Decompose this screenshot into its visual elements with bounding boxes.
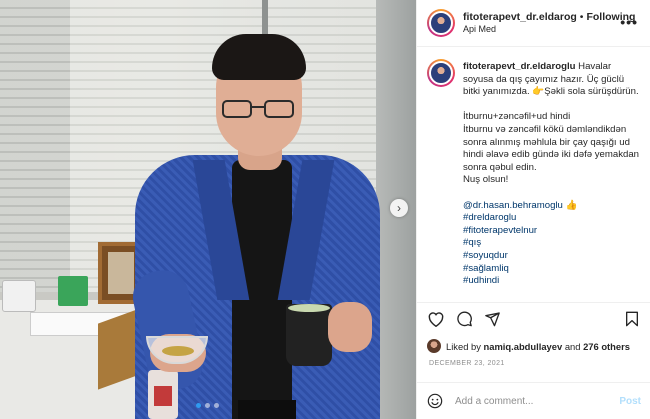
hashtag-link[interactable]: #qış: [463, 237, 640, 250]
post-header-line: fitoterapevt_dr.eldarog • Following: [463, 11, 635, 24]
person-hair: [212, 34, 306, 80]
comment-bar: Add a comment... Post: [417, 382, 650, 419]
post-header: fitoterapevt_dr.eldarog • Following Api Me…: [417, 0, 650, 47]
caption-recipe: İtburnu+zəncəfil+ud hindi İtburnu və zən…: [463, 111, 640, 187]
carousel-dot: [205, 403, 210, 408]
pen-holder: [58, 276, 88, 306]
post-header-text: fitoterapevt_dr.eldarog • Following Api Me…: [463, 11, 635, 35]
hashtag-link[interactable]: #udhindi: [463, 275, 640, 288]
person-glasses: [222, 100, 296, 120]
author-username[interactable]: fitoterapevt_dr.eldarog: [463, 11, 577, 23]
caption-recipe-title: İtburnu+zəncəfil+ud hindi: [463, 111, 571, 123]
post-comment-button[interactable]: Post: [619, 396, 641, 407]
post-actions-bar: [417, 302, 650, 332]
caption-mention[interactable]: @dr.hasan.behramoglu 👍: [463, 200, 640, 213]
desk-phone: [2, 280, 36, 312]
drink-box: [148, 370, 178, 419]
bookmark-icon[interactable]: [625, 311, 639, 332]
person-belt: [238, 400, 296, 419]
post-side-panel: fitoterapevt_dr.eldarog • Following Api Me…: [416, 0, 650, 419]
caption-closing: Nuş olsun!: [463, 174, 509, 186]
emoji-icon[interactable]: [427, 393, 443, 409]
likes-prefix: Liked by: [446, 340, 481, 352]
window-blinds-shadow: [0, 0, 70, 300]
carousel-dot: [214, 403, 219, 408]
black-mug: [286, 304, 332, 366]
post-date[interactable]: DECEMBER 23, 2021: [429, 360, 505, 367]
share-icon[interactable]: [484, 311, 501, 332]
carousel-dot-active: [196, 403, 201, 408]
liker-username[interactable]: namiq.abdullayev: [484, 341, 563, 352]
caption-tags: @dr.hasan.behramoglu 👍 #dreldaroglu #fit…: [463, 200, 640, 288]
carousel-next-button[interactable]: ›: [390, 199, 408, 217]
likes-others-link[interactable]: 276 others: [583, 341, 630, 352]
caption-intro: fitoterapevt_dr.eldaroglu Havalar soyusa…: [463, 61, 640, 99]
post-photo[interactable]: ›: [0, 0, 416, 419]
caption-recipe-body: İtburnu və zəncəfil kökü dəmləndikdən so…: [463, 123, 640, 173]
author-avatar[interactable]: [427, 9, 455, 37]
header-separator: •: [579, 10, 584, 23]
post-location[interactable]: Api Med: [463, 24, 635, 35]
caption-username[interactable]: fitoterapevt_dr.eldaroglu: [463, 61, 575, 72]
likes-summary: Liked by namiq.abdullayev and 276 others: [427, 339, 630, 353]
post-caption: fitoterapevt_dr.eldaroglu Havalar soyusa…: [463, 61, 640, 297]
heart-icon[interactable]: [427, 311, 445, 332]
hashtag-link[interactable]: #fitoterapevtelnur: [463, 225, 640, 238]
hashtag-link[interactable]: #sağlamliq: [463, 263, 640, 276]
caption-section: fitoterapevt_dr.eldaroglu Havalar soyusa…: [417, 47, 650, 297]
more-options-button[interactable]: •••: [620, 14, 638, 30]
liker-avatar[interactable]: [427, 339, 441, 353]
likes-middle: and: [564, 340, 581, 352]
hashtag-link[interactable]: #soyuqdur: [463, 250, 640, 263]
carousel-dots: [196, 403, 219, 408]
hashtag-link[interactable]: #dreldaroglu: [463, 212, 640, 225]
caption-author-avatar[interactable]: [427, 59, 455, 87]
person-hand-right: [328, 302, 372, 352]
comment-icon[interactable]: [456, 311, 473, 332]
comment-input[interactable]: Add a comment...: [455, 396, 619, 407]
